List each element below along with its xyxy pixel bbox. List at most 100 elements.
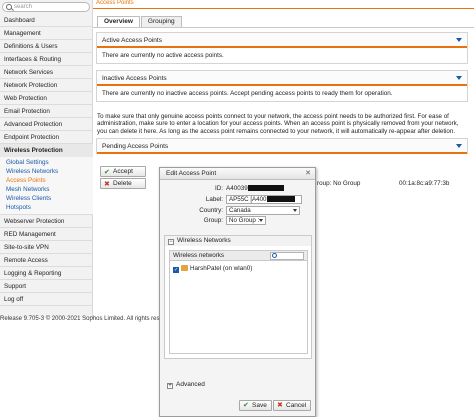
page-title: Access Points: [96, 0, 134, 6]
wireless-network-item[interactable]: ✓ HarshPatel (on wlan0): [173, 264, 252, 273]
delete-button[interactable]: ✖ Delete: [100, 178, 146, 189]
check-icon: ✔: [243, 402, 249, 409]
expand-icon[interactable]: +: [167, 383, 173, 389]
sidebar-subitem-wireless-clients[interactable]: Wireless Clients: [0, 194, 93, 203]
sidebar-nav: Dashboard Management Definitions & Users…: [0, 14, 93, 306]
sidebar: search Dashboard Management Definitions …: [0, 0, 93, 318]
delete-icon: ✖: [104, 181, 110, 188]
chevron-down-icon[interactable]: [456, 76, 462, 80]
tab-bar: Overview Grouping: [97, 16, 183, 27]
inactive-panel-body: There are currently no inactive access p…: [102, 90, 393, 97]
sidebar-item-email-protection[interactable]: Email Protection: [0, 105, 93, 118]
tab-divider: [93, 27, 474, 28]
sidebar-item-network-protection[interactable]: Network Protection: [0, 79, 93, 92]
id-label: ID:: [214, 185, 223, 192]
chevron-down-icon[interactable]: [456, 144, 462, 148]
sidebar-item-advanced-protection[interactable]: Advanced Protection: [0, 118, 93, 131]
wireless-networks-section-header[interactable]: − Wireless Networks: [165, 236, 311, 246]
id-value-text: A40039: [226, 185, 248, 192]
sidebar-item-support[interactable]: Support: [0, 280, 93, 293]
sidebar-item-wireless-protection[interactable]: Wireless Protection: [0, 144, 93, 157]
inactive-access-points-panel: Inactive Access Points There are current…: [96, 70, 468, 102]
sidebar-item-webserver-protection[interactable]: Webserver Protection: [0, 215, 93, 228]
chevron-down-icon: [293, 209, 297, 212]
cancel-button-label: Cancel: [286, 402, 307, 409]
sidebar-item-log-off[interactable]: Log off: [0, 293, 93, 306]
sidebar-item-site-to-site-vpn[interactable]: Site-to-site VPN: [0, 241, 93, 254]
accept-button[interactable]: ✔ Accept: [100, 166, 146, 177]
wireless-networks-list: Wireless networks ✓ HarshPatel (on wlan0): [169, 250, 308, 354]
tab-overview[interactable]: Overview: [97, 16, 140, 27]
dialog-title-bar[interactable]: Edit Access Point ✕: [160, 168, 315, 180]
active-access-points-panel: Active Access Points There are currently…: [96, 32, 468, 64]
sidebar-item-dashboard[interactable]: Dashboard: [0, 14, 93, 27]
search-icon: [6, 4, 12, 10]
dialog-title: Edit Access Point: [166, 170, 217, 177]
pending-group: roup: No Group: [317, 180, 361, 187]
cancel-icon: ✖: [277, 402, 283, 409]
sidebar-item-network-services[interactable]: Network Services: [0, 66, 93, 79]
search-icon: [272, 253, 277, 258]
wireless-network-icon: [181, 265, 188, 271]
label-input[interactable]: AP55C [A400: [226, 195, 302, 204]
chevron-down-icon: [259, 219, 263, 222]
sidebar-item-management[interactable]: Management: [0, 27, 93, 40]
sidebar-item-remote-access[interactable]: Remote Access: [0, 254, 93, 267]
accept-button-label: Accept: [113, 168, 133, 175]
check-icon: ✔: [104, 169, 110, 176]
sidebar-item-web-protection[interactable]: Web Protection: [0, 92, 93, 105]
sidebar-item-endpoint-protection[interactable]: Endpoint Protection: [0, 131, 93, 144]
wireless-networks-section: − Wireless Networks Wireless networks ✓ Ha…: [164, 235, 312, 359]
sidebar-subitem-access-points[interactable]: Access Points: [0, 176, 93, 185]
active-panel-title: Active Access Points: [102, 37, 162, 44]
sidebar-item-red-management[interactable]: RED Management: [0, 228, 93, 241]
sidebar-item-logging-reporting[interactable]: Logging & Reporting: [0, 267, 93, 280]
tab-grouping[interactable]: Grouping: [140, 16, 182, 27]
group-select-value: No Group :: [229, 217, 260, 224]
advanced-section: + Advanced: [164, 380, 312, 390]
save-button[interactable]: ✔ Save: [239, 400, 272, 411]
sidebar-subitem-wireless-networks[interactable]: Wireless Networks: [0, 167, 93, 176]
advanced-section-title: Advanced: [176, 381, 205, 388]
collapse-icon[interactable]: −: [168, 239, 174, 245]
app-window: search Dashboard Management Definitions …: [0, 0, 474, 417]
group-row: Group: No Group :: [160, 216, 317, 226]
page-header: Access Points: [93, 0, 474, 9]
authorization-note: To make sure that only genuine access po…: [97, 113, 459, 135]
sidebar-subitem-mesh-networks[interactable]: Mesh Networks: [0, 185, 93, 194]
sidebar-item-definitions-users[interactable]: Definitions & Users: [0, 40, 93, 53]
search-input[interactable]: search: [2, 2, 90, 12]
country-select-value: Canada: [229, 207, 251, 214]
edit-access-point-dialog: Edit Access Point ✕ ID: A40039 Label: AP…: [159, 167, 316, 417]
chevron-down-icon[interactable]: [456, 38, 462, 42]
redaction-block: [247, 185, 284, 192]
pending-mac: 00:1a:8c:a9:77:3b: [399, 180, 450, 187]
label-row: Label: AP55C [A400: [160, 195, 317, 205]
sidebar-subitem-hotspots[interactable]: Hotspots: [0, 203, 93, 212]
wireless-list-header-title: Wireless networks: [173, 252, 225, 259]
group-label: Group:: [203, 217, 223, 224]
id-row: ID: A40039: [160, 185, 317, 194]
active-panel-header[interactable]: Active Access Points: [97, 33, 467, 48]
delete-button-label: Delete: [113, 180, 132, 187]
country-label: Country:: [199, 207, 223, 214]
pending-access-points-panel: Pending Access Points: [96, 138, 468, 154]
cancel-button[interactable]: ✖ Cancel: [273, 400, 312, 411]
sidebar-subitem-global-settings[interactable]: Global Settings: [0, 158, 93, 167]
filter-input[interactable]: [270, 252, 304, 260]
redaction-block: [266, 196, 295, 203]
group-select[interactable]: No Group :: [226, 216, 266, 225]
inactive-panel-title: Inactive Access Points: [102, 75, 167, 82]
pending-panel-header[interactable]: Pending Access Points: [97, 139, 467, 154]
active-panel-body: There are currently no active access poi…: [102, 52, 224, 59]
close-icon[interactable]: ✕: [305, 168, 311, 180]
checkbox-checked-icon[interactable]: ✓: [173, 267, 179, 273]
sidebar-item-interfaces-routing[interactable]: Interfaces & Routing: [0, 53, 93, 66]
country-select[interactable]: Canada: [226, 206, 300, 215]
wireless-submenu: Global Settings Wireless Networks Access…: [0, 157, 93, 215]
inactive-panel-header[interactable]: Inactive Access Points: [97, 71, 467, 86]
wireless-networks-section-title: Wireless Networks: [177, 237, 231, 244]
advanced-section-header[interactable]: + Advanced: [164, 380, 312, 390]
pending-panel-title: Pending Access Points: [102, 143, 169, 150]
country-row: Country: Canada: [160, 206, 317, 216]
